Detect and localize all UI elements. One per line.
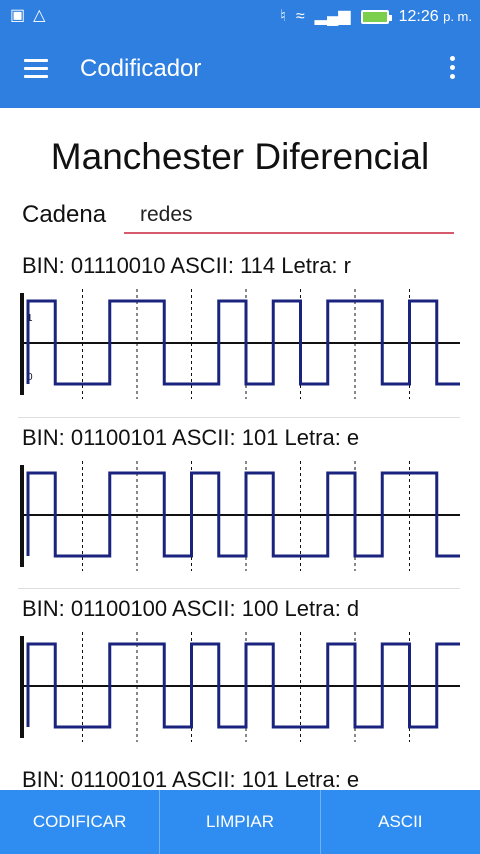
page-title: Manchester Diferencial [50, 136, 430, 177]
input-label: Cadena [22, 201, 107, 228]
drive-notification-icon: △ [33, 7, 46, 24]
waveform-label: BIN: 01100101 ASCII: 101 Letra: e [22, 425, 360, 450]
menu-icon[interactable] [24, 59, 48, 79]
signal-icon: ▂▄▆ [314, 8, 351, 25]
mute-icon: ♮ [280, 8, 286, 25]
bottom-action-bar: CODIFICAR LIMPIAR ASCII [0, 790, 480, 854]
status-bar: ▣ △ ♮ ≈ ▂▄▆ 12:26 p. m. [0, 0, 480, 34]
wifi-icon: ≈ [295, 8, 305, 25]
gallery-notification-icon: ▣ [10, 7, 26, 24]
string-input[interactable] [124, 198, 454, 234]
divider [18, 417, 460, 418]
waveform-chart [20, 632, 460, 742]
clock-time: 12:26 [398, 8, 439, 25]
waveform-label: BIN: 01100101 ASCII: 101 Letra: e [22, 767, 360, 790]
clear-button[interactable]: LIMPIAR [160, 790, 321, 854]
divider [18, 588, 460, 589]
encode-button[interactable]: CODIFICAR [0, 790, 161, 854]
clock: 12:26 p. m. [399, 8, 472, 26]
app-title: Codificador [80, 55, 202, 82]
waveform-chart [20, 461, 460, 571]
overflow-menu-icon[interactable] [446, 56, 458, 86]
waveform-chart: 10 [20, 289, 460, 399]
ascii-button[interactable]: ASCII [321, 790, 480, 854]
waveform-label: BIN: 01100100 ASCII: 100 Letra: d [22, 596, 360, 621]
battery-icon [360, 10, 392, 24]
waveform-label: BIN: 01110010 ASCII: 114 Letra: r [22, 253, 351, 278]
clock-ampm: p. m. [443, 9, 472, 24]
waveform-list[interactable]: BIN: 01110010 ASCII: 114 Letra: r 10 BIN… [0, 245, 480, 790]
app-bar: Codificador [0, 34, 480, 108]
